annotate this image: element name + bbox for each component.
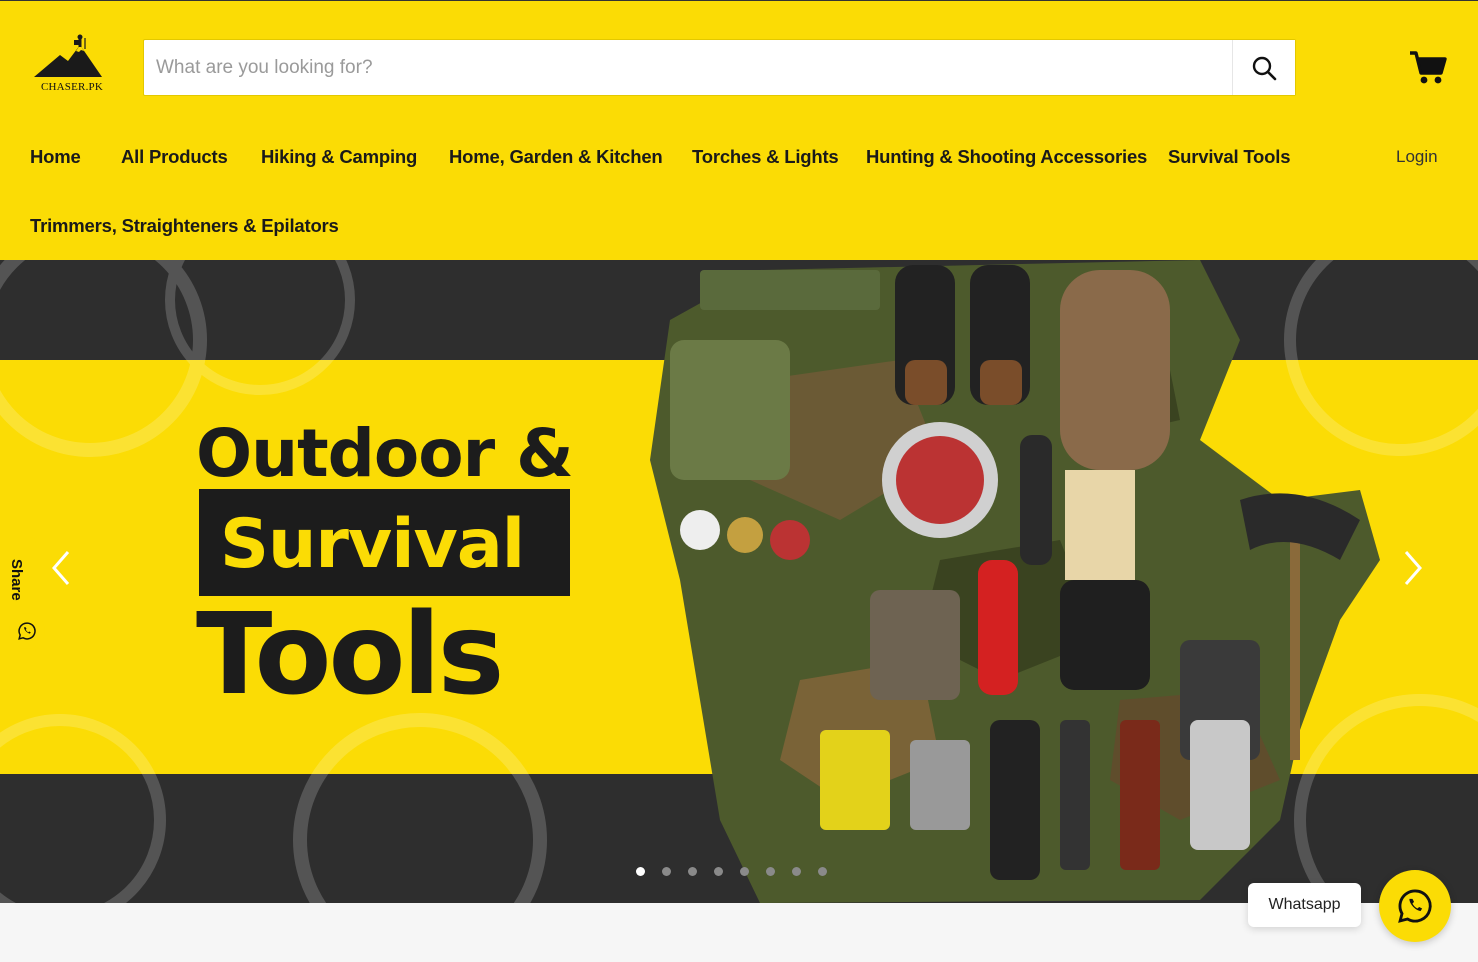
hero-heading-line1: Outdoor &: [196, 415, 574, 492]
search-bar: [143, 39, 1296, 96]
nav-hiking-camping[interactable]: Hiking & Camping: [261, 146, 417, 168]
share-label: Share: [8, 559, 25, 601]
whatsapp-icon: [18, 622, 36, 640]
nav-all-products[interactable]: All Products: [121, 146, 228, 168]
slider-next-button[interactable]: [1398, 548, 1428, 588]
hero-heading-line3: Tools: [196, 590, 504, 720]
chevron-right-icon: [1404, 551, 1422, 585]
site-header: CHASER.PK Home All Products Hiking & Cam…: [0, 0, 1478, 260]
whatsapp-label[interactable]: Whatsapp: [1248, 883, 1361, 927]
nav-hunting-shooting[interactable]: Hunting & Shooting Accessories: [866, 146, 1147, 168]
login-link[interactable]: Login: [1396, 147, 1438, 167]
slider-dot[interactable]: [636, 867, 645, 876]
slider-dot[interactable]: [766, 867, 775, 876]
cart-icon: [1410, 51, 1447, 84]
hero-slider: Outdoor & Survival Tools: [0, 260, 1478, 903]
whatsapp-chat-button[interactable]: [1379, 870, 1451, 942]
search-icon: [1252, 56, 1277, 80]
chevron-left-icon: [52, 551, 70, 585]
share-whatsapp-button[interactable]: [9, 613, 45, 649]
whatsapp-icon: [1398, 889, 1432, 923]
search-button[interactable]: [1232, 40, 1295, 95]
nav-survival-tools[interactable]: Survival Tools: [1168, 146, 1290, 168]
hero-heading-line2: Survival: [220, 505, 525, 584]
slider-dot[interactable]: [740, 867, 749, 876]
nav-home[interactable]: Home: [30, 146, 81, 168]
cart-button[interactable]: [1408, 49, 1448, 87]
search-input[interactable]: [144, 40, 1232, 95]
hero-gear-image: [650, 260, 1380, 903]
slider-dot[interactable]: [688, 867, 697, 876]
logo-text: CHASER.PK: [40, 81, 103, 93]
slider-prev-button[interactable]: [46, 548, 76, 588]
logo[interactable]: CHASER.PK: [30, 33, 114, 95]
slider-dot[interactable]: [818, 867, 827, 876]
nav-torches-lights[interactable]: Torches & Lights: [692, 146, 839, 168]
nav-trimmers[interactable]: Trimmers, Straighteners & Epilators: [30, 215, 339, 237]
slider-dot[interactable]: [714, 867, 723, 876]
nav-home-garden-kitchen[interactable]: Home, Garden & Kitchen: [449, 146, 663, 168]
slider-dot[interactable]: [662, 867, 671, 876]
slider-dot[interactable]: [792, 867, 801, 876]
slider-dots: [636, 867, 827, 877]
mountain-hiker-logo: [34, 34, 102, 77]
